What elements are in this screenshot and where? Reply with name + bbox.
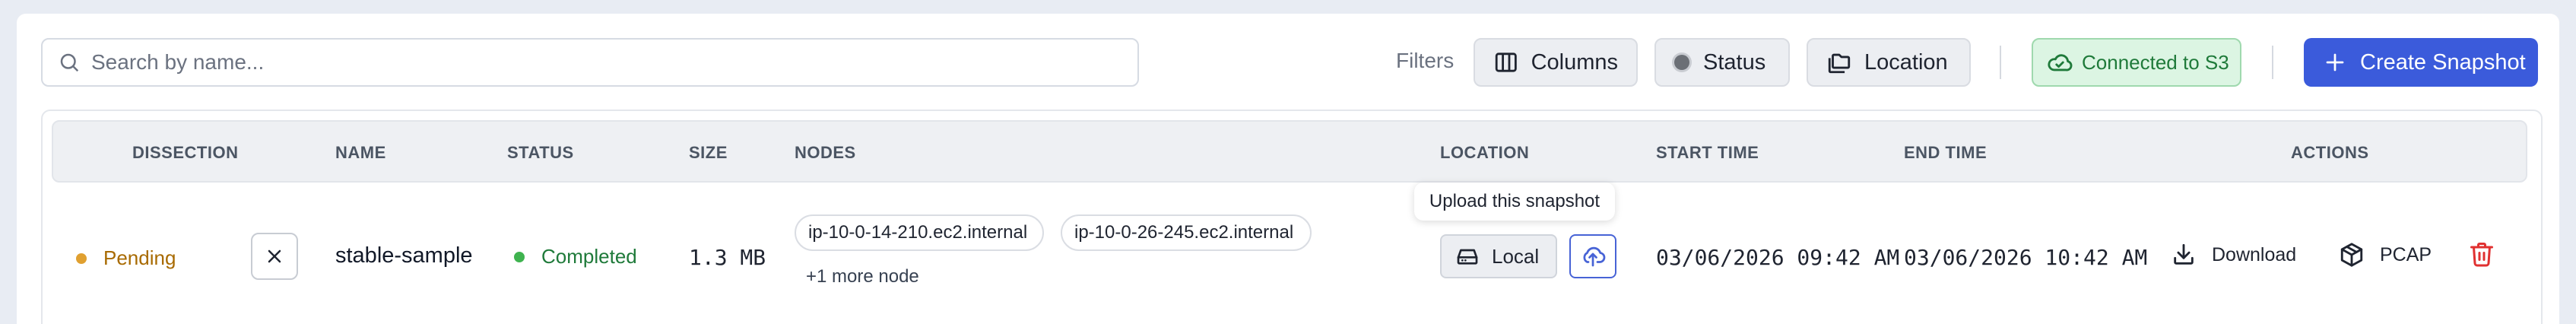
search-field[interactable] [41,38,1139,87]
status-filter-button[interactable]: Status [1654,38,1790,87]
snapshot-status: Completed [514,245,637,268]
download-label: Download [2212,243,2297,265]
package-icon [2340,243,2363,267]
create-snapshot-button[interactable]: Create Snapshot [2304,38,2538,87]
header-name: NAME [335,143,386,162]
location-local-label: Local [1492,244,1540,268]
table-header [52,120,2527,183]
node-chip: ip-10-0-14-210.ec2.internal [795,214,1044,251]
upload-tooltip: Upload this snapshot [1414,183,1615,221]
end-time: 03/06/2026 10:42 AM [1904,245,2148,270]
upload-snapshot-button[interactable] [1569,234,1616,278]
upload-tooltip-text: Upload this snapshot [1429,191,1600,211]
columns-filter-label: Columns [1531,49,1618,75]
pcap-button[interactable]: PCAP [2339,242,2432,268]
search-input[interactable] [91,50,1125,75]
delete-icon[interactable] [2468,240,2495,268]
toolbar-divider [2000,46,2001,79]
header-start-time: START TIME [1656,143,1759,162]
completed-dot-icon [514,251,525,262]
location-filter-button[interactable]: Location [1807,38,1971,87]
cloud-upload-icon [1583,246,1606,267]
more-nodes-link[interactable]: +1 more node [806,266,919,287]
close-icon [268,249,281,263]
folders-icon [1828,53,1851,74]
snapshot-name[interactable]: stable-sample [335,243,473,268]
s3-connection-badge[interactable]: Connected to S3 [2032,38,2241,87]
header-nodes: NODES [795,143,856,162]
columns-icon [1495,52,1517,72]
node-chip: ip-10-0-26-245.ec2.internal [1061,214,1312,251]
header-end-time: END TIME [1904,143,1988,162]
search-icon [60,53,79,72]
snapshot-status-label: Completed [541,245,637,268]
download-button[interactable]: Download [2171,242,2296,268]
dissection-status: Pending [76,246,176,270]
dissection-status-label: Pending [103,246,176,269]
header-location: LOCATION [1440,143,1530,162]
header-dissection: DISSECTION [132,143,239,162]
pcap-label: PCAP [2380,243,2432,265]
plus-icon [2326,53,2344,71]
location-local-badge: Local [1440,234,1557,278]
filters-label: Filters [1396,49,1455,72]
location-filter-label: Location [1864,49,1948,75]
s3-connection-label: Connected to S3 [2082,50,2229,74]
download-icon [2174,243,2194,265]
columns-filter-button[interactable]: Columns [1474,38,1638,87]
header-size: SIZE [689,143,728,162]
start-time: 03/06/2026 09:42 AM [1656,245,1900,270]
header-actions: ACTIONS [2291,143,2369,162]
create-snapshot-label: Create Snapshot [2360,49,2526,75]
snapshot-size: 1.3 MB [689,245,766,270]
cloud-check-icon [2048,54,2073,71]
toolbar-divider [2272,46,2273,79]
pending-dot-icon [76,253,87,264]
status-dot-icon [1674,55,1689,70]
cancel-dissection-button[interactable] [251,233,298,280]
status-filter-label: Status [1703,49,1766,75]
header-status: STATUS [507,143,574,162]
hard-drive-icon [1457,249,1478,265]
